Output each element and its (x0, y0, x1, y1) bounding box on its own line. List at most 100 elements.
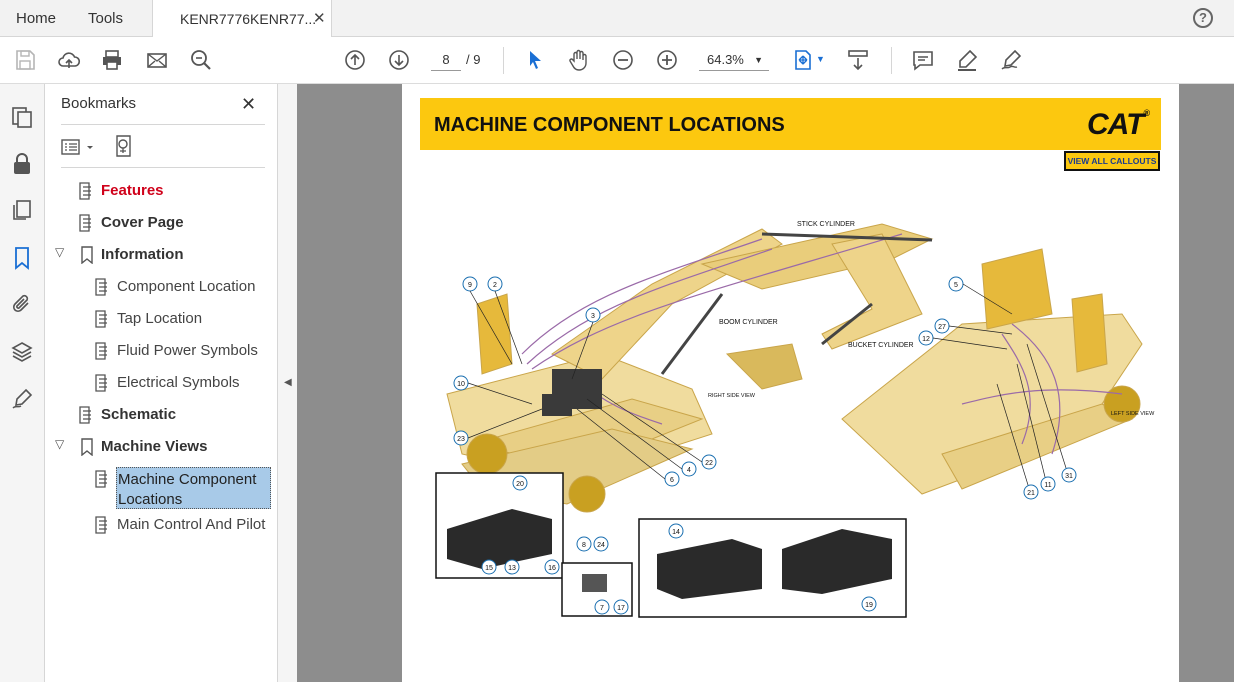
bookmark-label: Component Location (117, 278, 256, 295)
page-heading: MACHINE COMPONENT LOCATIONS (434, 114, 785, 136)
callout-20[interactable]: 20 (512, 475, 528, 491)
highlight-pen-icon[interactable] (955, 48, 979, 72)
bookmark-icon[interactable] (10, 246, 34, 270)
machine-diagram: STICK CYLINDER BOOM CYLINDER BUCKET CYLI… (435, 221, 1155, 618)
fit-page-icon[interactable] (791, 48, 815, 72)
callout-24[interactable]: 24 (593, 536, 609, 552)
callout-6[interactable]: 6 (664, 471, 680, 487)
callout-16[interactable]: 16 (544, 559, 560, 575)
callout-5[interactable]: 5 (948, 276, 964, 292)
page-header-banner: MACHINE COMPONENT LOCATIONS CAT® (420, 98, 1161, 150)
bookmark-options-button[interactable] (61, 136, 97, 158)
callout-3[interactable]: 3 (585, 307, 601, 323)
next-page-icon[interactable] (387, 48, 411, 72)
zoom-level-select[interactable]: 64.3% ▼ (699, 49, 769, 71)
callout-number: 3 (591, 313, 595, 320)
callout-14[interactable]: 14 (668, 523, 684, 539)
zoom-in-icon[interactable] (655, 48, 679, 72)
callout-number: 31 (1065, 473, 1073, 480)
callout-number: 9 (468, 282, 472, 289)
hand-tool-icon[interactable] (567, 48, 591, 72)
bookmarks-title: Bookmarks (61, 95, 137, 112)
panel-collapse-strip[interactable]: ◀ (278, 84, 297, 682)
callout-number: 16 (548, 565, 556, 572)
bookmarks-panel: Bookmarks ✕ Features Cover Page ▽ Inform… (45, 84, 278, 682)
bucket-cylinder-label: BUCKET CYLINDER (848, 342, 914, 349)
chevron-down-icon[interactable]: ▽ (55, 437, 64, 451)
pdf-page: MACHINE COMPONENT LOCATIONS CAT® VIEW AL… (402, 84, 1179, 682)
chevron-down-icon[interactable]: ▽ (55, 245, 64, 259)
search-zoom-icon[interactable] (189, 48, 213, 72)
bookmark-label-selected: Machine Component Locations (116, 467, 271, 509)
callout-9[interactable]: 9 (462, 276, 478, 292)
home-tab[interactable]: Home (16, 0, 56, 37)
callout-number: 22 (705, 460, 713, 467)
comment-icon[interactable] (911, 48, 935, 72)
callout-2[interactable]: 2 (487, 276, 503, 292)
callout-23[interactable]: 23 (453, 430, 469, 446)
callout-number: 12 (922, 336, 930, 343)
callout-10[interactable]: 10 (453, 375, 469, 391)
callout-15[interactable]: 15 (481, 559, 497, 575)
tools-tab[interactable]: Tools (88, 0, 123, 37)
sign-pen-icon[interactable] (999, 48, 1023, 72)
copy-pages-icon[interactable] (10, 198, 34, 222)
print-icon[interactable] (100, 48, 124, 72)
document-viewer[interactable]: MACHINE COMPONENT LOCATIONS CAT® VIEW AL… (297, 84, 1234, 682)
chevron-down-icon: ▼ (754, 55, 763, 65)
callout-17[interactable]: 17 (613, 599, 629, 615)
callout-number: 6 (670, 477, 674, 484)
callout-number: 17 (617, 605, 625, 612)
bookmark-item-machine-component-locations[interactable]: Machine Component Locations (95, 467, 273, 516)
layers-icon[interactable] (10, 340, 34, 364)
callout-number: 7 (600, 605, 604, 612)
bookmark-label: Cover Page (101, 214, 184, 231)
zoom-level-value: 64.3% (707, 52, 744, 67)
zoom-out-icon[interactable] (611, 48, 635, 72)
callout-11[interactable]: 11 (1040, 476, 1056, 492)
document-tab-title: KENR7776KENR77... (180, 11, 317, 27)
lock-icon[interactable] (10, 152, 34, 176)
toolbar-divider (891, 47, 892, 74)
page-number-input[interactable]: 8 (431, 49, 461, 71)
help-icon[interactable]: ? (1193, 8, 1213, 28)
callout-12[interactable]: 12 (918, 330, 934, 346)
divider (61, 124, 265, 125)
cat-logo-text: CAT (1087, 108, 1144, 141)
select-cursor-icon[interactable] (523, 48, 547, 72)
close-panel-icon[interactable]: ✕ (241, 94, 256, 115)
bookmark-label: Machine Views (101, 438, 208, 455)
top-tab-bar: Home Tools KENR7776KENR77... ✕ ? (0, 0, 1234, 38)
callout-13[interactable]: 13 (504, 559, 520, 575)
scroll-mode-icon[interactable] (846, 48, 870, 72)
fit-page-chevron-icon[interactable]: ▼ (816, 54, 825, 64)
callout-27[interactable]: 27 (934, 318, 950, 334)
collapse-panel-icon[interactable]: ◀ (284, 377, 292, 388)
page-total: / 9 (466, 52, 481, 67)
signature-icon[interactable] (10, 387, 34, 411)
callout-number: 2 (493, 282, 497, 289)
callout-31[interactable]: 31 (1061, 467, 1077, 483)
callout-22[interactable]: 22 (701, 454, 717, 470)
bookmark-label: Information (101, 246, 184, 263)
upload-cloud-icon[interactable] (57, 48, 81, 72)
callout-7[interactable]: 7 (594, 599, 610, 615)
document-tab[interactable]: KENR7776KENR77... ✕ (152, 0, 332, 38)
callout-21[interactable]: 21 (1023, 484, 1039, 500)
view-all-callouts-button[interactable]: VIEW ALL CALLOUTS (1064, 151, 1160, 171)
page-thumbnails-icon[interactable] (10, 105, 34, 129)
callout-number: 24 (597, 542, 605, 549)
cat-logo: CAT® (1087, 108, 1150, 142)
add-bookmark-icon[interactable] (114, 134, 136, 158)
callout-19[interactable]: 19 (861, 596, 877, 612)
email-icon[interactable] (145, 48, 169, 72)
callout-number: 20 (516, 481, 524, 488)
close-tab-icon[interactable]: ✕ (313, 9, 326, 27)
bookmark-label: Electrical Symbols (117, 374, 240, 391)
save-icon[interactable] (13, 48, 37, 72)
previous-page-icon[interactable] (343, 48, 367, 72)
callout-number: 13 (508, 565, 516, 572)
callout-8[interactable]: 8 (576, 536, 592, 552)
callout-4[interactable]: 4 (681, 461, 697, 477)
attachment-icon[interactable] (10, 292, 34, 316)
